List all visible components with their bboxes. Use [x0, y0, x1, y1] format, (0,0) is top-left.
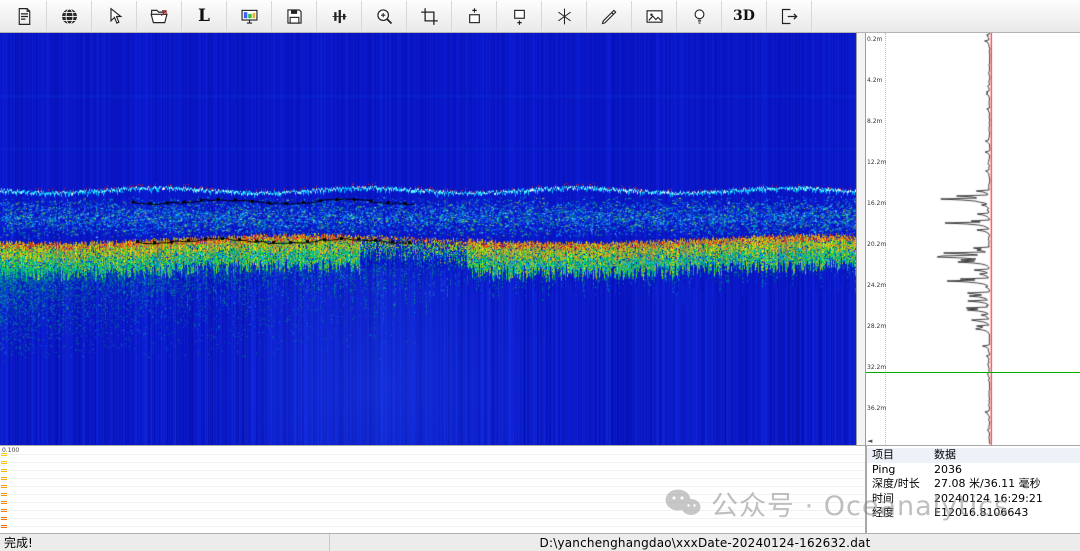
grid-line — [0, 470, 865, 471]
image-icon — [644, 6, 665, 27]
status-bar: 完成! D:\yanchenghangdao\xxxDate-20240124-… — [0, 533, 1080, 551]
info-value: 数据 — [934, 448, 956, 463]
grid-line — [0, 502, 865, 503]
globe-icon — [59, 6, 80, 27]
open-export-icon — [149, 6, 170, 27]
toolbar-button-save[interactable] — [272, 1, 317, 31]
toolbar-button-insert-top[interactable] — [452, 1, 497, 31]
depth-label: 32.2m — [867, 364, 886, 371]
grid-line — [0, 486, 865, 487]
info-table: 项目数据Ping2036深度/时长27.08 米/36.11 毫秒时间20240… — [867, 448, 1080, 521]
info-label: 时间 — [872, 492, 934, 507]
info-value: 2036 — [934, 463, 962, 478]
grid-line — [0, 518, 865, 519]
bulb-icon — [689, 6, 710, 27]
toolbar: L — [0, 0, 1080, 33]
info-row: Ping2036 — [867, 463, 1080, 478]
info-row: 项目数据 — [867, 448, 1080, 463]
grid-line — [0, 526, 865, 527]
doc-edit-icon — [14, 6, 35, 27]
pen-icon — [599, 6, 620, 27]
info-label: 深度/时长 — [872, 477, 934, 492]
application-window: L — [0, 0, 1080, 551]
info-row: 深度/时长27.08 米/36.11 毫秒 — [867, 477, 1080, 492]
toolbar-button-open-export[interactable] — [137, 1, 182, 31]
grid-line — [0, 510, 865, 511]
depth-label: 0.2m — [867, 36, 882, 43]
insert-bottom-icon — [509, 6, 530, 27]
info-value: 27.08 米/36.11 毫秒 — [934, 477, 1041, 492]
zoom-icon — [374, 6, 395, 27]
info-value: E12016.8106643 — [934, 506, 1028, 521]
echogram-view[interactable] — [0, 33, 856, 445]
signal-trace-panel: 0.2m 4.2m 8.2m 12.2m 16.2m 20.2m 24.2m 28.2m 32.… — [866, 33, 1080, 445]
toolbar-button-cursor[interactable] — [92, 1, 137, 31]
display-icon — [239, 6, 260, 27]
ping-info-panel: 项目数据Ping2036深度/时长27.08 米/36.11 毫秒时间20240… — [866, 445, 1080, 533]
echogram-right-gutter — [856, 33, 866, 445]
echogram-canvas[interactable] — [0, 33, 856, 445]
toolbar-button-levels[interactable] — [317, 1, 362, 31]
levels-icon — [329, 6, 350, 27]
toolbar-button-letter-l[interactable]: L — [182, 1, 227, 31]
depth-label: 8.2m — [867, 118, 882, 125]
grid-line — [0, 478, 865, 479]
depth-label: 4.2m — [867, 77, 882, 84]
toolbar-button-zoom[interactable] — [362, 1, 407, 31]
toolbar-button-crop[interactable] — [407, 1, 452, 31]
amplitude-strip: 0.100 — [0, 445, 866, 533]
grid-line — [0, 462, 865, 463]
depth-label: 20.2m — [867, 241, 886, 248]
depth-label: 16.2m — [867, 200, 886, 207]
bottom-track-line — [866, 372, 1080, 373]
toolbar-button-three-d[interactable]: 3D — [722, 1, 767, 31]
toolbar-button-insert-bottom[interactable] — [497, 1, 542, 31]
cursor-icon — [104, 6, 125, 27]
depth-label: 36.2m — [867, 405, 886, 412]
toolbar-button-split[interactable] — [542, 1, 587, 31]
scroll-left-arrow[interactable]: ◄ — [867, 438, 872, 445]
info-label: 项目 — [872, 448, 934, 463]
depth-label: 24.2m — [867, 282, 886, 289]
info-label: 经度 — [872, 506, 934, 521]
toolbar-button-pen[interactable] — [587, 1, 632, 31]
trace-area — [886, 33, 1080, 445]
status-file-path: D:\yanchenghangdao\xxxDate-20240124-1626… — [330, 536, 1080, 550]
exit-icon — [779, 6, 800, 27]
toolbar-button-globe[interactable] — [47, 1, 92, 31]
depth-label: 12.2m — [867, 159, 886, 166]
toolbar-button-image[interactable] — [632, 1, 677, 31]
trace-canvas — [886, 33, 1080, 445]
letter-l-icon: L — [198, 8, 210, 25]
crop-icon — [419, 6, 440, 27]
info-label: Ping — [872, 463, 934, 478]
info-value: 20240124 16:29:21 — [934, 492, 1043, 507]
depth-scale: 0.2m 4.2m 8.2m 12.2m 16.2m 20.2m 24.2m 28.2m 32.… — [866, 33, 886, 445]
toolbar-button-display[interactable] — [227, 1, 272, 31]
split-icon — [554, 6, 575, 27]
three-d-icon: 3D — [733, 9, 755, 23]
toolbar-button-bulb[interactable] — [677, 1, 722, 31]
info-row: 时间20240124 16:29:21 — [867, 492, 1080, 507]
grid-line — [0, 494, 865, 495]
grid-line — [0, 454, 865, 455]
toolbar-button-exit[interactable] — [767, 1, 812, 31]
save-icon — [284, 6, 305, 27]
insert-top-icon — [464, 6, 485, 27]
info-row: 经度E12016.8106643 — [867, 506, 1080, 521]
status-message: 完成! — [0, 534, 330, 551]
toolbar-button-doc-edit[interactable] — [2, 1, 47, 31]
depth-label: 28.2m — [867, 323, 886, 330]
